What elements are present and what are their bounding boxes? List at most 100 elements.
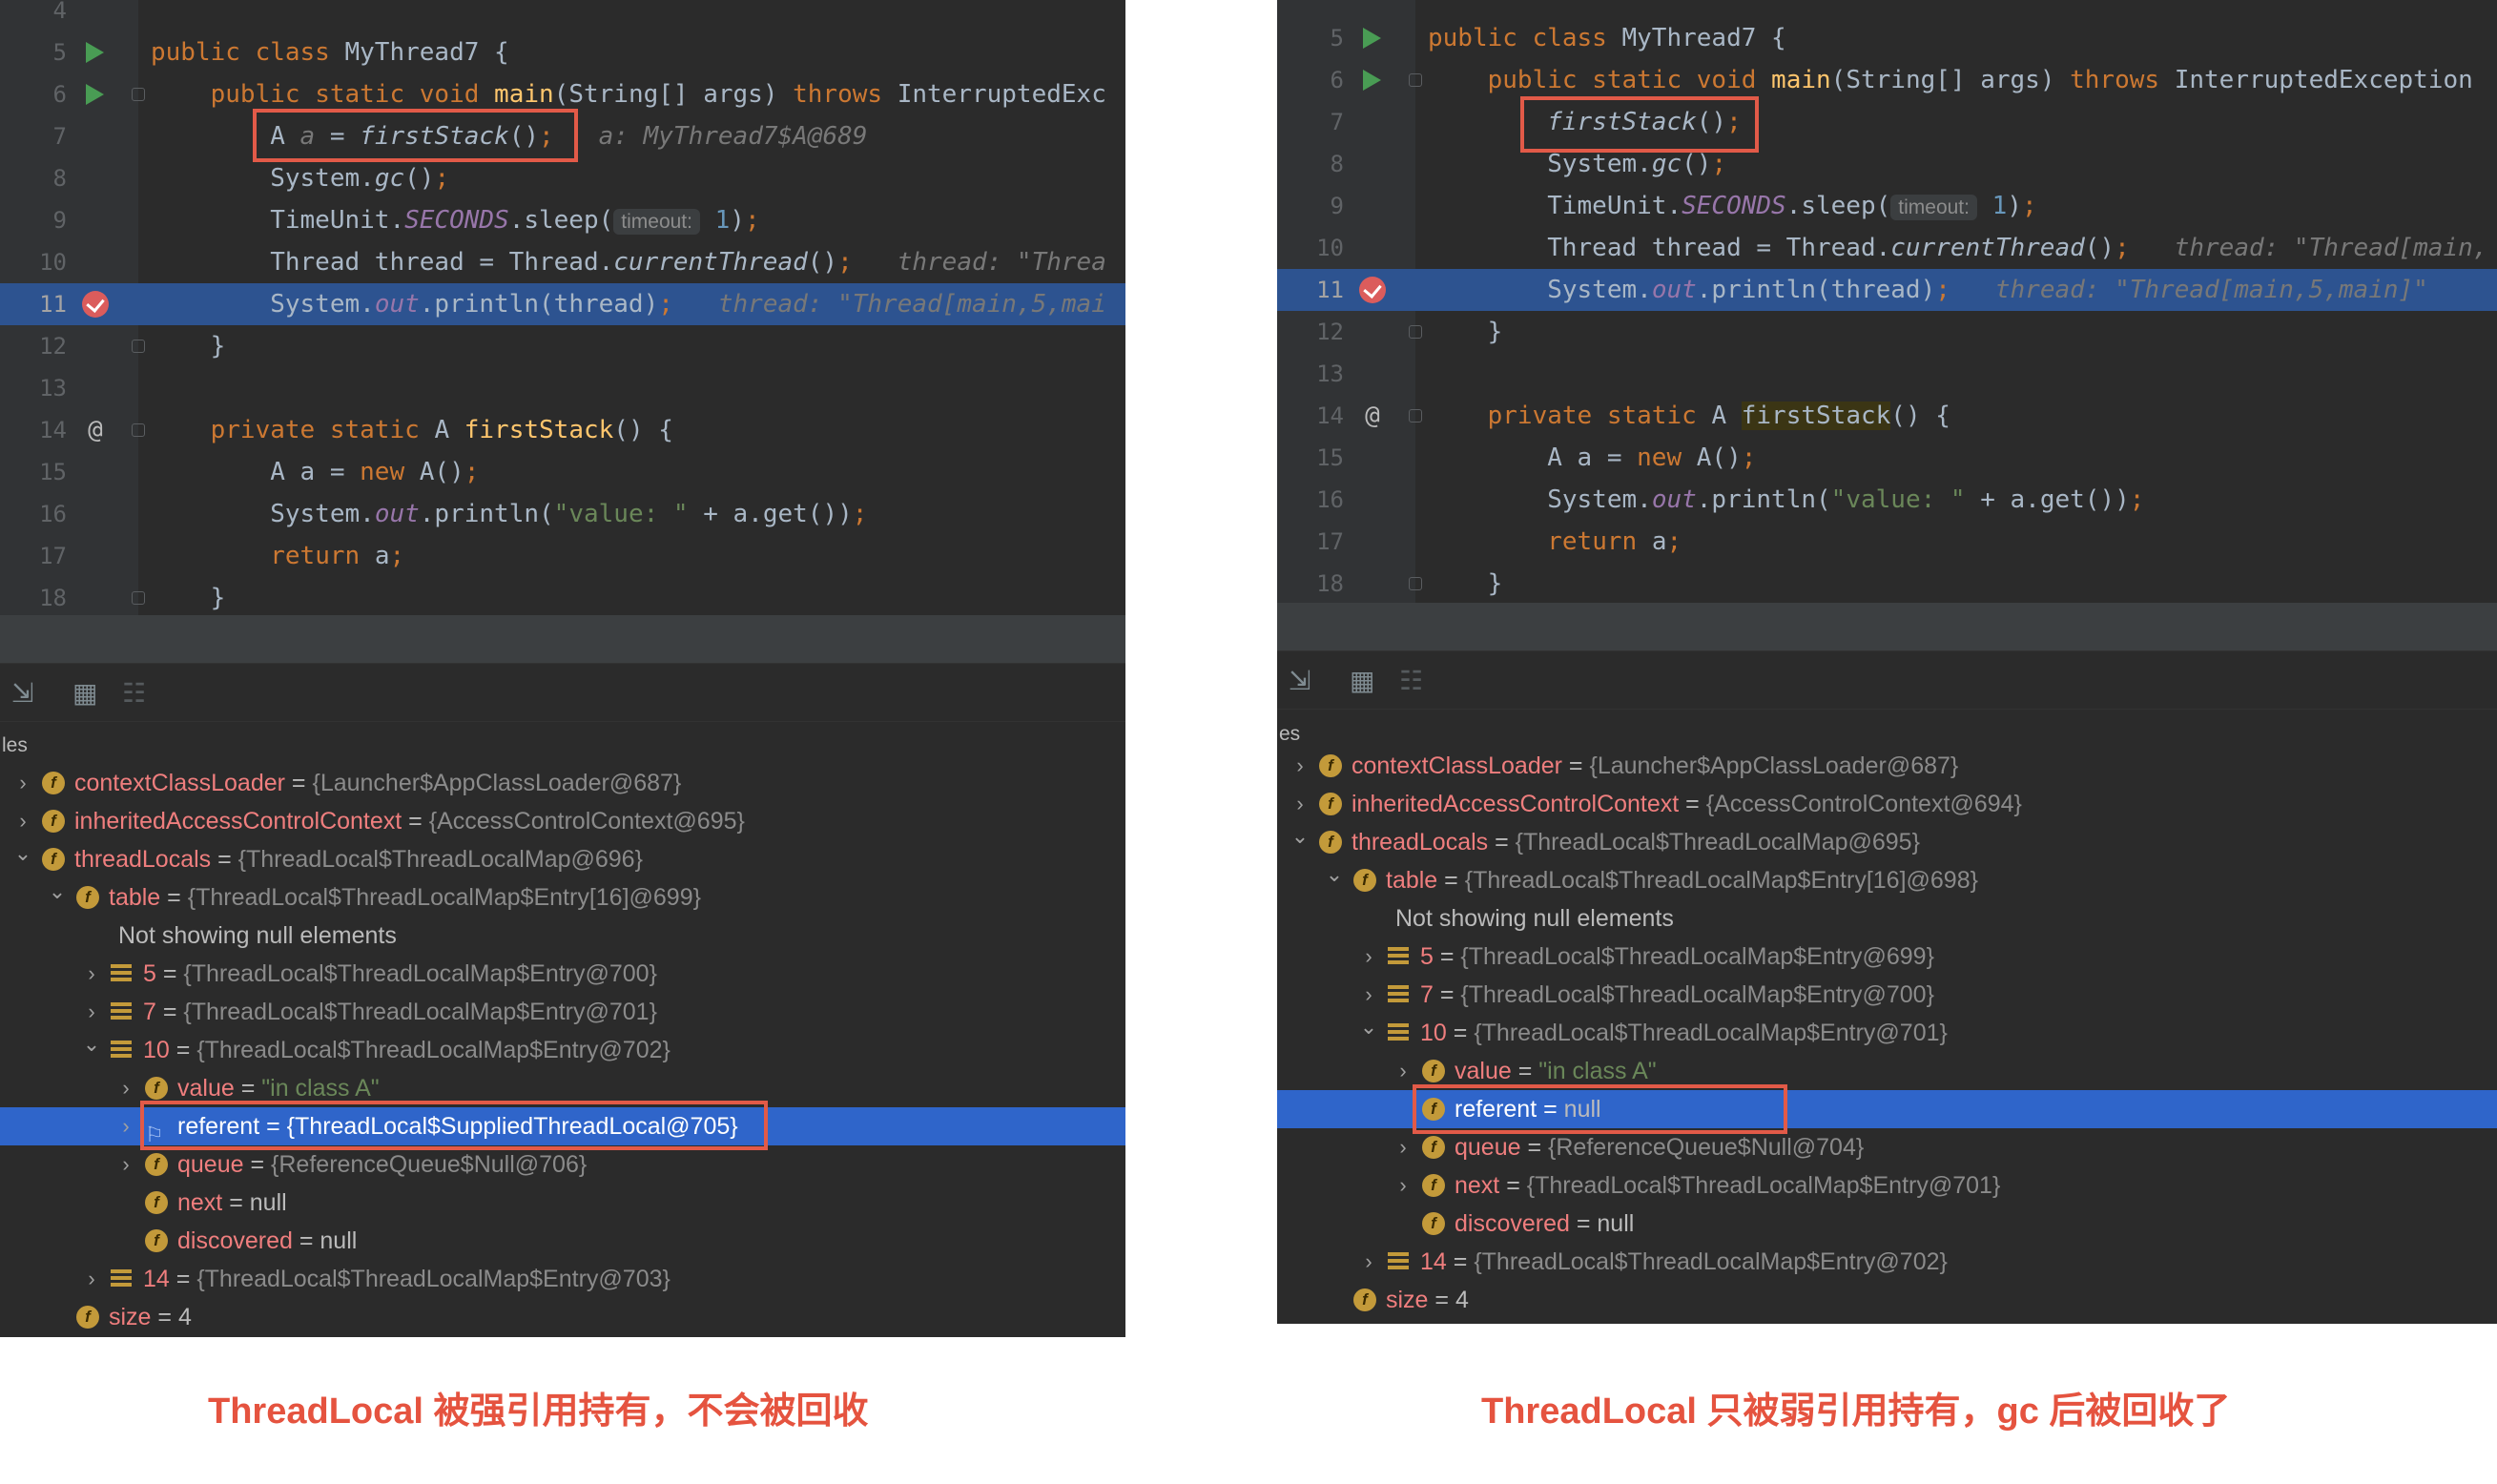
chevron-right-icon[interactable]: › [1359,1243,1378,1281]
chevron-right-icon[interactable]: › [1393,1128,1413,1166]
fold-icon[interactable] [132,423,145,437]
chevron-right-icon[interactable]: › [116,1145,135,1184]
tree-row-text: 7 = {ThreadLocal$ThreadLocalMap$Entry@70… [143,993,657,1031]
equals: = [160,884,188,911]
line-number: 11 [1316,277,1344,303]
breakpoint-icon[interactable] [1359,277,1386,303]
run-icon[interactable] [1363,70,1381,91]
tree-row[interactable]: › f inheritedAccessControlContext = {Acces… [1277,785,2497,823]
tree-row[interactable]: f discovered = null [1277,1205,2497,1243]
table-view-icon[interactable]: ▦ [1350,665,1374,696]
var-name: discovered [1455,1210,1570,1237]
code-text: return a; [151,535,404,577]
table-view-icon[interactable]: ▦ [72,677,97,709]
code-token: throws [2070,66,2175,94]
chevron-right-icon[interactable]: › [13,764,32,802]
tree-row[interactable]: › f contextClassLoader = {Launcher$AppClas… [0,764,1125,802]
field-icon: f [76,886,99,909]
tree-row[interactable]: ⌄ 10 = {ThreadLocal$ThreadLocalMap$Entry@… [1277,1014,2497,1052]
tree-row[interactable]: f discovered = null [0,1222,1125,1260]
code-editor: 4 5 public class MyThread7 {6 public stati… [0,0,1125,615]
tree-row[interactable]: ⌄ f threadLocals = {ThreadLocal$ThreadLoca… [0,840,1125,878]
editor-divider[interactable] [1277,603,2497,650]
tree-row[interactable]: ⌄ 10 = {ThreadLocal$ThreadLocalMap$Entry@… [0,1031,1125,1069]
tree-row[interactable]: Not showing null elements [0,917,1125,955]
chevron-right-icon[interactable]: › [82,955,101,993]
tree-row[interactable]: › f queue = {ReferenceQueue$Null@704} [1277,1128,2497,1166]
tree-row[interactable]: ⌄ f threadLocals = {ThreadLocal$ThreadLoca… [1277,823,2497,861]
settings-icon[interactable]: ☷ [122,677,146,709]
chevron-down-icon[interactable]: ⌄ [82,1025,101,1063]
fold-icon[interactable] [132,591,145,605]
chevron-down-icon[interactable]: ⌄ [48,873,67,911]
chevron-down-icon[interactable]: ⌄ [1325,855,1344,894]
code-token: .sleep( [1785,192,1891,220]
fold-icon[interactable] [1409,577,1422,590]
tree-row[interactable]: › 5 = {ThreadLocal$ThreadLocalMap$Entry@6… [1277,938,2497,976]
fold-icon[interactable] [1409,325,1422,339]
var-value: {Launcher$AppClassLoader@687} [1589,752,1959,779]
var-value: {ThreadLocal$ThreadLocalMap$Entry[16]@69… [187,884,701,911]
chevron-down-icon[interactable]: ⌄ [1359,1008,1378,1046]
chevron-right-icon[interactable]: › [1290,747,1310,785]
fold-icon[interactable] [132,340,145,353]
tree-row[interactable]: › 7 = {ThreadLocal$ThreadLocalMap$Entry@7… [1277,976,2497,1014]
tree-row[interactable]: › f inheritedAccessControlContext = {Acces… [0,802,1125,840]
tree-row[interactable]: › 5 = {ThreadLocal$ThreadLocalMap$Entry@7… [0,955,1125,993]
tree-row[interactable]: ⌄ f table = {ThreadLocal$ThreadLocalMap$En… [0,878,1125,917]
code-token: } [1428,569,1503,598]
var-value: 4 [177,1304,192,1330]
restore-layout-icon[interactable]: ⇲ [11,677,33,709]
tree-row[interactable]: f next = null [0,1184,1125,1222]
run-icon[interactable] [1363,28,1381,49]
override-icon[interactable]: @ [1357,395,1388,437]
tree-row[interactable]: f size = 4 [1277,1281,2497,1319]
code-token: + a.get()) [1965,485,2130,514]
chevron-right-icon[interactable]: › [1359,938,1378,976]
chevron-down-icon[interactable]: ⌄ [1290,817,1310,855]
chevron-right-icon[interactable]: › [116,1069,135,1107]
chevron-right-icon[interactable]: › [1393,1052,1413,1090]
breakpoint-icon[interactable] [82,291,109,318]
fold-icon[interactable] [1409,73,1422,87]
code-token: ) [730,206,745,235]
tree-row[interactable]: › 14 = {ThreadLocal$ThreadLocalMap$Entry@… [0,1260,1125,1298]
run-icon[interactable] [86,84,104,105]
editor-divider[interactable] [0,615,1125,663]
code-token: ; [2021,192,2037,220]
code-line: 15 A a = new A(); [0,451,1125,493]
tree-row[interactable]: › 14 = {ThreadLocal$ThreadLocalMap$Entry@… [1277,1243,2497,1281]
tree-row[interactable]: › f contextClassLoader = {Launcher$AppClas… [1277,747,2497,785]
chevron-right-icon[interactable]: › [1393,1166,1413,1205]
settings-icon[interactable]: ☷ [1399,665,1423,696]
tree-row[interactable]: Not showing null elements [1277,899,2497,938]
fold-icon[interactable] [1409,409,1422,423]
tree-row-text: threadLocals = {ThreadLocal$ThreadLocalM… [74,840,643,878]
var-name: threadLocals [74,846,212,873]
line-number: 16 [39,501,67,527]
var-value: {ThreadLocal$ThreadLocalMap$Entry@702} [196,1037,671,1063]
fold-icon[interactable] [132,88,145,101]
chevron-right-icon[interactable]: › [116,1107,135,1145]
tree-row[interactable]: › 7 = {ThreadLocal$ThreadLocalMap$Entry@7… [0,993,1125,1031]
chevron-down-icon[interactable]: ⌄ [13,835,32,873]
line-number: 14 [39,417,67,443]
equals: = [1433,981,1461,1008]
tree-row[interactable]: › f queue = {ReferenceQueue$Null@706} [0,1145,1125,1184]
tree-row[interactable]: › f next = {ThreadLocal$ThreadLocalMap$Ent… [1277,1166,2497,1205]
restore-layout-icon[interactable]: ⇲ [1289,665,1310,696]
code-token: + a.get()) [688,500,853,528]
equals: = [155,999,184,1025]
debug-toolbar: ⇲ ▦ ☷ [0,663,1125,722]
tree-row[interactable]: ⌄ f table = {ThreadLocal$ThreadLocalMap$En… [1277,861,2497,899]
caption-left: ThreadLocal 被强引用持有，不会被回收 [208,1391,869,1432]
field-icon: f [1422,1212,1445,1235]
code-token: System. [1428,276,1652,304]
tree-row[interactable]: f size = 4 [0,1298,1125,1336]
override-icon[interactable]: @ [80,409,111,451]
chevron-right-icon[interactable]: › [82,1260,101,1298]
run-icon[interactable] [86,42,104,63]
